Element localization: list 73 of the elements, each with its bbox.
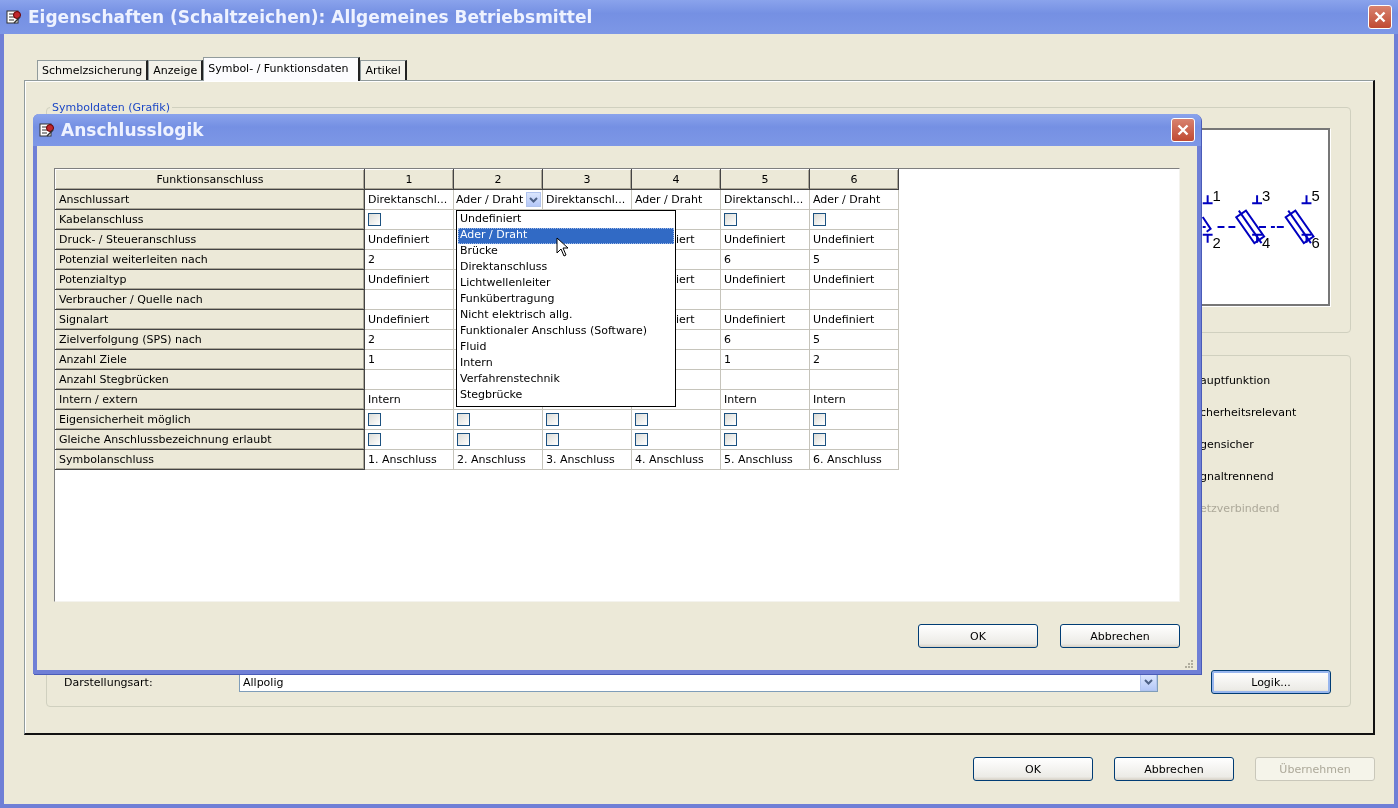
checkbox[interactable]: [546, 413, 559, 427]
tab[interactable]: Artikel: [360, 60, 407, 80]
checkbox[interactable]: [813, 213, 826, 227]
tab[interactable]: Symbol- / Funktionsdaten: [203, 57, 361, 81]
logic-button[interactable]: Logik...: [1211, 670, 1331, 694]
list-item[interactable]: Undefiniert: [458, 212, 674, 228]
checkbox-label[interactable]: auptfunktion: [1200, 373, 1348, 389]
row-header: Potenzial weiterleiten nach: [55, 249, 365, 270]
chevron-icon: [529, 196, 538, 203]
close-icon: [1177, 124, 1189, 136]
cancel-button[interactable]: Abbrechen: [1060, 624, 1180, 648]
column-header: Funktionsanschluss: [55, 169, 365, 190]
checkbox[interactable]: [724, 413, 737, 427]
checkbox-label[interactable]: gnaltrennend: [1200, 469, 1348, 485]
row-header: Zielverfolgung (SPS) nach: [55, 329, 365, 350]
checkbox-label[interactable]: cherheitsrelevant: [1200, 405, 1348, 421]
window-title: Anschlusslogik: [61, 120, 205, 140]
checkbox-label[interactable]: gensicher: [1200, 437, 1348, 453]
row-header: Gleiche Anschlussbezeichnung erlaubt: [55, 429, 365, 450]
checkbox[interactable]: [457, 413, 470, 427]
list-item[interactable]: Funkübertragung: [458, 292, 674, 308]
checkbox[interactable]: [635, 413, 648, 427]
list-item[interactable]: Intern: [458, 356, 674, 372]
row-header: Potenzialtyp: [55, 269, 365, 290]
checkbox[interactable]: [368, 213, 381, 227]
list-item[interactable]: Ader / Draht: [458, 228, 674, 244]
close-button[interactable]: [1368, 5, 1392, 29]
field-label: Darstellungsart:: [64, 675, 154, 689]
column-header: 1: [364, 169, 454, 190]
checkbox[interactable]: [457, 433, 470, 447]
row-header: Druck- / Steueranschluss: [55, 229, 365, 250]
row-header: Anzahl Stegbrücken: [55, 369, 365, 390]
list-item[interactable]: Fluid: [458, 340, 674, 356]
column-header: 4: [631, 169, 721, 190]
checkbox[interactable]: [813, 413, 826, 427]
checkbox[interactable]: [724, 213, 737, 227]
row-header: Intern / extern: [55, 389, 365, 410]
list-item[interactable]: Verfahrenstechnik: [458, 372, 674, 388]
cursor-icon: [556, 237, 569, 257]
checkbox[interactable]: [368, 433, 381, 447]
checkbox[interactable]: [813, 433, 826, 447]
column-header: 6: [809, 169, 899, 190]
column-header: 5: [720, 169, 810, 190]
row-header: Kabelanschluss: [55, 209, 365, 230]
window-title: Eigenschaften (Schaltzeichen): Allgemeines Betriebsmittel: [28, 7, 594, 27]
combo-box[interactable]: Ader / Draht: [455, 191, 541, 208]
resize-grip-icon[interactable]: [1183, 658, 1193, 668]
chevron-icon: [1144, 679, 1153, 685]
tab[interactable]: Schmelzsicherung: [37, 60, 149, 80]
row-header: Anschlussart: [55, 189, 365, 210]
row-header: Verbraucher / Quelle nach: [55, 289, 365, 310]
app-icon: [6, 9, 22, 25]
row-header: Anzahl Ziele: [55, 349, 365, 370]
group-title: Symboldaten (Grafik): [51, 101, 171, 114]
row-header: Signalart: [55, 309, 365, 330]
checkbox[interactable]: [724, 433, 737, 447]
close-icon: [1374, 11, 1386, 23]
list-item[interactable]: Stegbrücke: [458, 388, 674, 404]
cancel-button[interactable]: Abbrechen: [1114, 757, 1234, 781]
row-header: Symbolanschluss: [55, 449, 365, 470]
checkbox[interactable]: [546, 433, 559, 447]
row-header: Eigensicherheit möglich: [55, 409, 365, 430]
tab[interactable]: Anzeige: [148, 60, 204, 80]
column-header: 3: [542, 169, 632, 190]
checkbox[interactable]: [635, 433, 648, 447]
close-button[interactable]: [1171, 118, 1195, 142]
ok-button[interactable]: OK: [973, 757, 1093, 781]
fuse-symbol-drawing: 1 2 3 4 5 6: [1201, 188, 1320, 251]
dropdown-arrow-button[interactable]: [526, 192, 541, 207]
checkbox[interactable]: [368, 413, 381, 427]
app-icon: [39, 122, 55, 138]
ok-button[interactable]: OK: [918, 624, 1038, 648]
column-header: 2: [453, 169, 543, 190]
